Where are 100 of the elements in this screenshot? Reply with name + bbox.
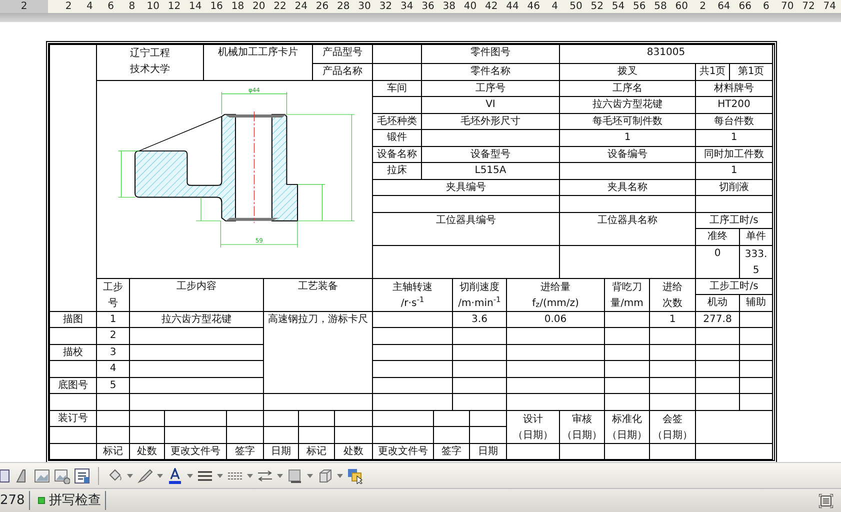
- blank-form-cell: [650, 361, 696, 378]
- caret-icon[interactable]: [187, 474, 193, 478]
- image-icon[interactable]: [54, 468, 70, 484]
- blank-form-cell: [453, 344, 507, 361]
- ruler-number: 32: [379, 1, 392, 12]
- ruler-number: 2: [700, 1, 706, 12]
- form-text: 每毛坯可制件数: [592, 114, 662, 128]
- caret-icon[interactable]: [217, 474, 223, 478]
- form-text: 锻件: [387, 131, 407, 145]
- form-text: 产品型号: [322, 46, 362, 60]
- form-text: 进给量: [540, 280, 570, 294]
- paint-bucket-icon[interactable]: [107, 468, 123, 484]
- ruler-number: 26: [316, 1, 329, 12]
- ruler-number: 36: [422, 1, 434, 12]
- spell-check-status[interactable]: 拼写检查: [48, 490, 106, 510]
- ruler-number: 2: [0, 0, 48, 13]
- caret-icon[interactable]: [157, 474, 163, 478]
- page-layout-icon[interactable]: [819, 494, 833, 508]
- form-text: 切削液: [719, 180, 749, 194]
- form-text: 标记: [103, 444, 123, 458]
- form-text: 277.8: [703, 312, 732, 326]
- form-text: 单件: [746, 230, 766, 244]
- blank-form-cell: [130, 410, 165, 427]
- form-text: 日期: [271, 444, 291, 458]
- blank-form-cell: [740, 378, 773, 394]
- caret-icon[interactable]: [277, 474, 283, 478]
- blank-form-cell: [605, 361, 650, 378]
- blank-form-cell: [470, 410, 507, 427]
- text-box-icon[interactable]: [74, 468, 90, 484]
- form-text: VI: [486, 98, 496, 112]
- form-text: 1: [730, 164, 738, 178]
- blank-form-cell: [453, 394, 507, 410]
- form-text: 夹具编号: [446, 180, 486, 194]
- ruler-number: 52: [590, 1, 604, 12]
- form-text: 辅助: [746, 296, 766, 310]
- form-text: （日期）: [607, 428, 647, 442]
- form-text: 描图: [63, 312, 83, 326]
- ruler-number: 72: [802, 1, 815, 12]
- form-text: 日期: [478, 444, 498, 458]
- blank-form-cell: [453, 361, 507, 378]
- form-text: 产品名称: [322, 65, 362, 79]
- blank-form-cell: [696, 344, 740, 361]
- ruler-number: 56: [633, 1, 646, 12]
- form-text: 处数: [137, 444, 157, 458]
- form-text: （日期）: [652, 428, 692, 442]
- form-text: 装订号: [58, 412, 88, 426]
- shadow-icon[interactable]: [287, 468, 303, 484]
- form-text: f$_{z}$/(mm/z): [532, 296, 579, 312]
- font-color-icon[interactable]: [167, 468, 183, 484]
- form-text: 设计: [523, 412, 543, 426]
- ruler-number: 28: [337, 1, 350, 12]
- form-text: 设备型号: [470, 148, 510, 162]
- pen-icon[interactable]: [137, 468, 153, 484]
- blank-form-cell: [696, 378, 740, 394]
- caret-icon[interactable]: [247, 474, 253, 478]
- caret-icon[interactable]: [127, 474, 133, 478]
- form-text: 工位器具名称: [598, 214, 658, 228]
- ruler-number: 38: [442, 1, 456, 12]
- ruler-number: 8: [128, 1, 136, 12]
- blank-form-cell: [605, 328, 650, 344]
- form-text: 切削速度: [460, 280, 500, 294]
- form-text: 高速钢拉刀，游标卡尺: [268, 312, 368, 326]
- ruler-number: 24: [294, 1, 308, 12]
- ruler-number: 4: [86, 1, 93, 12]
- form-text: 技术大学: [130, 62, 170, 77]
- form-text: 审核: [572, 412, 592, 426]
- blank-form-cell: [264, 410, 299, 427]
- ruler-number: 16: [210, 1, 223, 12]
- frame-icon[interactable]: [0, 468, 10, 484]
- caret-icon[interactable]: [307, 474, 313, 478]
- form-text: 机械加工工序卡片: [218, 46, 298, 60]
- blank-form-cell: [605, 344, 650, 361]
- form-text: 工序名: [612, 82, 642, 96]
- form-text: 量/mm: [610, 296, 644, 310]
- form-text: 5: [752, 264, 760, 278]
- ruler-number: 20: [252, 1, 266, 12]
- form-text: 同时加工件数: [704, 148, 764, 162]
- ruler-number: 6: [763, 1, 770, 12]
- form-text: 背吃刀: [612, 280, 642, 294]
- caret-icon[interactable]: [337, 474, 343, 478]
- form-text: 1: [669, 312, 676, 326]
- status-indicator-icon: [38, 497, 45, 504]
- form-text: 共1页: [699, 65, 726, 79]
- form-text: 每台件数: [714, 114, 754, 128]
- arrows-icon[interactable]: [257, 468, 273, 484]
- blank-form-cell: [740, 328, 773, 344]
- form-text: 准终: [708, 230, 728, 244]
- ruler-number: 22: [274, 1, 286, 12]
- ruler-number: 58: [654, 1, 667, 12]
- ruler-number: 18: [231, 1, 244, 12]
- cube-icon[interactable]: [317, 468, 333, 484]
- select-objects-icon[interactable]: [347, 468, 363, 484]
- form-text: L515A: [474, 164, 506, 178]
- image-icon[interactable]: [34, 468, 50, 484]
- ruler-number: 40: [464, 1, 477, 12]
- form-text: 工步内容: [176, 280, 216, 294]
- form-text: 工艺装备: [298, 280, 338, 294]
- ruler-number: 4: [552, 1, 558, 12]
- form-text: 号: [108, 296, 118, 310]
- form-text: 333.: [744, 248, 768, 262]
